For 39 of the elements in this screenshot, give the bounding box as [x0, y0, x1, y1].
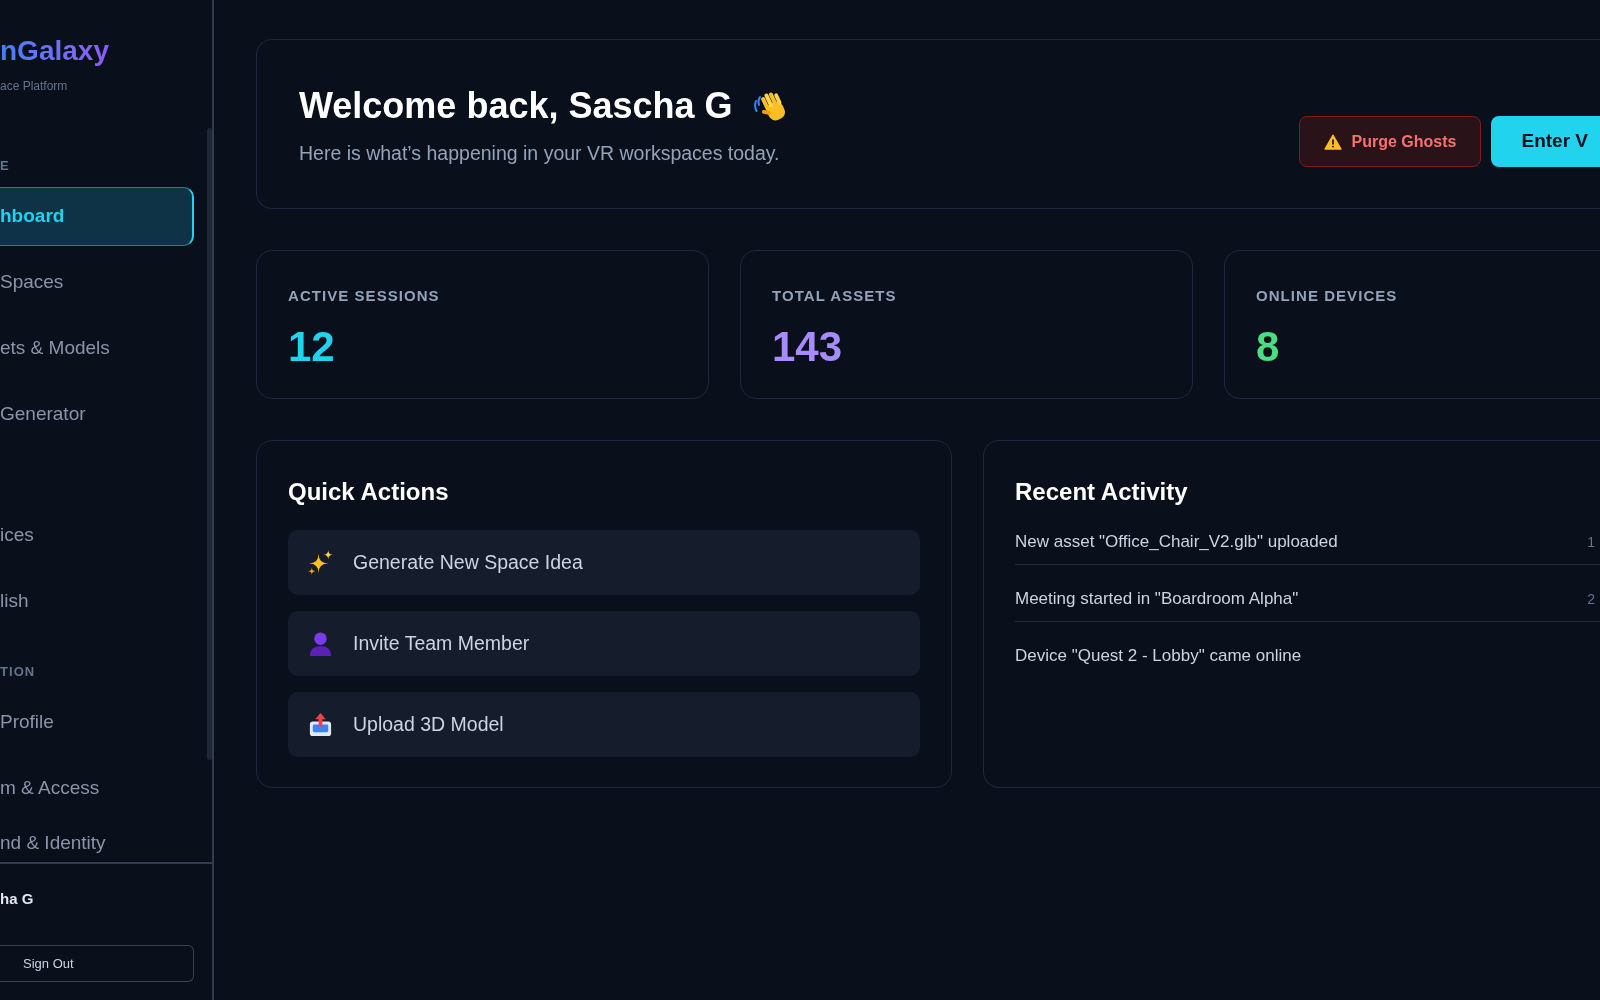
danger-button[interactable]: Purge Ghosts [1298, 116, 1482, 167]
section-label: E [0, 158, 10, 174]
quick-action-button[interactable]: Upload 3D Model [288, 692, 920, 757]
sidebar-item[interactable]: Generator [0, 385, 194, 444]
upload-tray-icon [307, 711, 334, 738]
activity-text: Device "Quest 2 - Lobby" came online [1015, 645, 1302, 667]
sidebar-item[interactable]: hboard [0, 187, 194, 246]
sign-out-button[interactable]: Sign Out [0, 945, 194, 982]
page-title: Welcome back, Sascha G [299, 84, 733, 128]
stat-label: ACTIVE SESSIONS [288, 286, 440, 306]
sidebar-item[interactable]: Profile [0, 693, 194, 752]
activity-time: 2 [1587, 590, 1596, 609]
stat-value: 12 [288, 323, 335, 371]
tagline: ace Platform [0, 78, 68, 94]
warning-icon [1323, 133, 1342, 150]
page-subtitle: Here is what’s happening in your VR workspaces today. [299, 141, 781, 166]
sidebar-item[interactable]: nd & Identity [0, 825, 194, 862]
stat-value: 143 [772, 323, 843, 371]
stat-label: ONLINE DEVICES [1256, 286, 1398, 306]
card-title: Quick Actions [288, 477, 449, 507]
activity-text: New asset "Office_Chair_V2.glb" uploaded [1015, 531, 1338, 553]
user-name: ha G [0, 889, 34, 909]
sidebar-item[interactable]: lish [0, 572, 194, 631]
sidebar-item[interactable]: m & Access [0, 759, 194, 818]
sidebar-item[interactable]: ices [0, 506, 194, 565]
activity-text: Meeting started in "Boardroom Alpha" [1015, 588, 1299, 610]
stat-value: 8 [1256, 323, 1280, 371]
primary-button[interactable]: Enter V [1491, 116, 1600, 167]
sidebar-item[interactable]: Spaces [0, 253, 194, 312]
stat-label: TOTAL ASSETS [772, 286, 897, 306]
section-label: TION [0, 664, 36, 680]
quick-action-button[interactable]: Invite Team Member [288, 611, 920, 676]
sparkles-icon [307, 549, 334, 576]
sidebar-item[interactable]: ets & Models [0, 319, 194, 378]
card-title: Recent Activity [1015, 477, 1188, 507]
person-icon [307, 630, 334, 657]
scrollbar-thumb[interactable] [207, 128, 212, 760]
activity-time: 1 [1587, 533, 1596, 552]
quick-action-button[interactable]: Generate New Space Idea [288, 530, 920, 595]
